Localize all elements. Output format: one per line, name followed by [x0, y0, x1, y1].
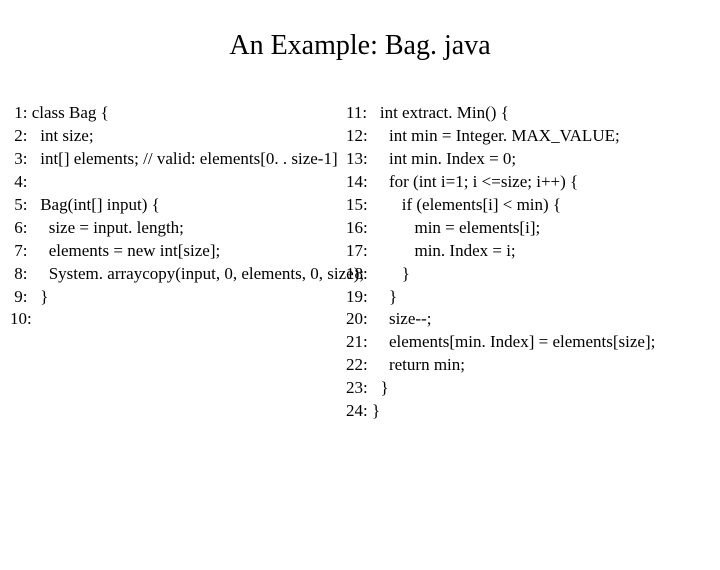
code-line: 8: System. arraycopy(input, 0, elements,… — [10, 263, 346, 286]
code-columns: 1: class Bag { 2: int size; 3: int[] ele… — [0, 102, 720, 423]
code-right-column: 11: int extract. Min() { 12: int min = I… — [346, 102, 710, 423]
code-line: 10: — [10, 308, 346, 331]
code-line: 24: } — [346, 400, 710, 423]
code-line: 22: return min; — [346, 354, 710, 377]
code-line: 6: size = input. length; — [10, 217, 346, 240]
code-line: 11: int extract. Min() { — [346, 102, 710, 125]
code-line: 2: int size; — [10, 125, 346, 148]
code-line: 13: int min. Index = 0; — [346, 148, 710, 171]
code-line: 16: min = elements[i]; — [346, 217, 710, 240]
code-line: 15: if (elements[i] < min) { — [346, 194, 710, 217]
code-line: 3: int[] elements; // valid: elements[0.… — [10, 148, 346, 171]
code-line: 18: } — [346, 263, 710, 286]
code-line: 7: elements = new int[size]; — [10, 240, 346, 263]
code-line: 14: for (int i=1; i <=size; i++) { — [346, 171, 710, 194]
code-line: 19: } — [346, 286, 710, 309]
page-title: An Example: Bag. java — [0, 30, 720, 62]
code-line: 9: } — [10, 286, 346, 309]
code-line: 4: — [10, 171, 346, 194]
code-line: 1: class Bag { — [10, 102, 346, 125]
code-line: 5: Bag(int[] input) { — [10, 194, 346, 217]
code-line: 21: elements[min. Index] = elements[size… — [346, 331, 710, 354]
code-line: 20: size--; — [346, 308, 710, 331]
code-line: 17: min. Index = i; — [346, 240, 710, 263]
code-line: 12: int min = Integer. MAX_VALUE; — [346, 125, 710, 148]
code-line: 23: } — [346, 377, 710, 400]
code-left-column: 1: class Bag { 2: int size; 3: int[] ele… — [10, 102, 346, 423]
